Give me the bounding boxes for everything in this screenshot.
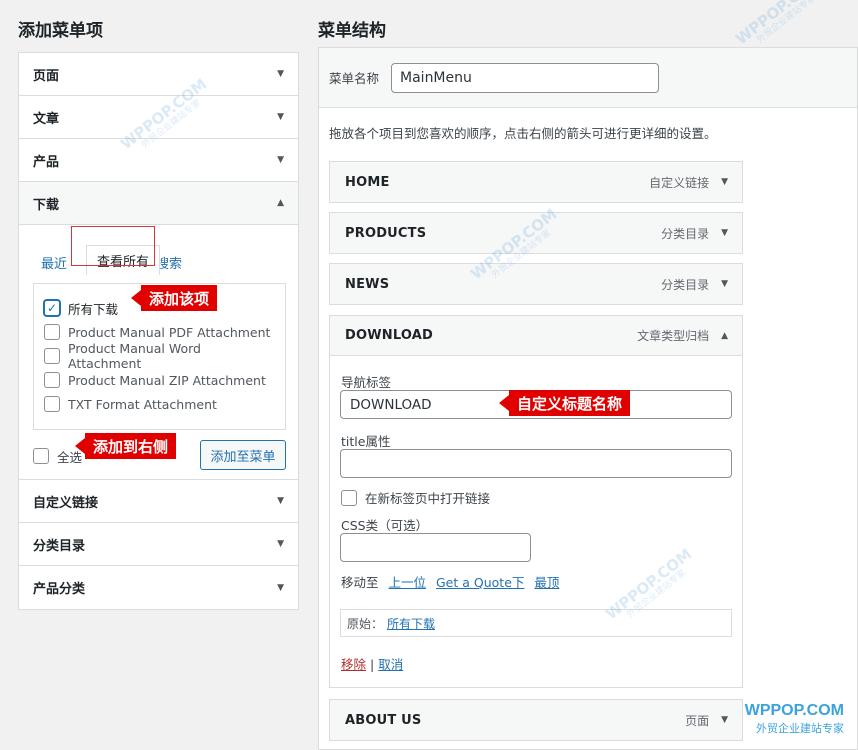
- new-tab-option[interactable]: 在新标签页中打开链接: [341, 488, 490, 507]
- move-to-label: 移动至: [341, 575, 379, 590]
- caret-down-icon: ▼: [277, 112, 284, 122]
- list-item-label: TXT Format Attachment: [68, 396, 217, 412]
- move-to-row: 移动至 上一位 Get a Quote下 最顶: [341, 572, 559, 591]
- list-item-label: Product Manual PDF Attachment: [68, 324, 271, 340]
- accordion-label: 产品: [33, 154, 60, 170]
- title-attribute-label: title属性: [341, 434, 391, 449]
- callout-add-item: 添加该项: [130, 285, 218, 311]
- accordion-categories[interactable]: 分类目录 ▼: [19, 523, 298, 566]
- css-class-input[interactable]: [340, 533, 531, 562]
- original-box: 原始： 所有下载: [340, 609, 732, 637]
- caret-down-icon: ▼: [277, 496, 284, 506]
- caret-down-icon: ▼: [277, 69, 284, 79]
- move-up-link[interactable]: 上一位: [389, 575, 427, 590]
- new-tab-checkbox[interactable]: [341, 489, 357, 506]
- menu-name-input[interactable]: MainMenu: [391, 62, 660, 93]
- move-top-link[interactable]: 最顶: [534, 575, 559, 590]
- menu-instructions: 拖放各个项目到您喜欢的顺序，点击右侧的箭头可进行更详细的设置。: [329, 126, 717, 141]
- menu-item-type: 自定义链接: [649, 175, 710, 190]
- accordion-label: 产品分类: [33, 582, 86, 597]
- list-item-label: Product Manual Word Attachment: [68, 341, 201, 371]
- menu-item-header[interactable]: DOWNLOAD 文章类型归档 ▲: [330, 316, 742, 356]
- accordion-label: 下载: [33, 197, 60, 213]
- menu-name-label: 菜单名称: [329, 71, 380, 86]
- accordion-label: 自定义链接: [33, 495, 99, 511]
- caret-up-icon[interactable]: ▲: [721, 331, 728, 341]
- menu-item-products[interactable]: PRODUCTS 分类目录 ▼: [329, 212, 743, 254]
- caret-down-icon[interactable]: ▼: [721, 177, 728, 187]
- tab-recent[interactable]: 最近: [41, 253, 67, 272]
- check-icon: ✓: [46, 301, 58, 315]
- move-under-link[interactable]: Get a Quote下: [436, 575, 524, 590]
- css-class-label: CSS类（可选）: [341, 518, 429, 533]
- menu-item-title: PRODUCTS: [345, 225, 427, 241]
- menu-item-about-us[interactable]: ABOUT US 页面 ▼: [329, 699, 743, 741]
- checkbox-checked[interactable]: ✓: [44, 300, 60, 316]
- accordion-label: 分类目录: [33, 538, 86, 554]
- brand-name: WPPOP.COM: [744, 702, 844, 719]
- caret-down-icon: ▼: [277, 539, 284, 549]
- original-label: 原始：: [347, 616, 384, 631]
- menu-name-bar: 菜单名称 MainMenu: [319, 48, 857, 108]
- accordion-product-categories[interactable]: 产品分类 ▼: [19, 566, 298, 609]
- caret-down-icon[interactable]: ▼: [721, 228, 728, 238]
- list-item[interactable]: Product Manual ZIP Attachment: [44, 368, 275, 392]
- list-item[interactable]: TXT Format Attachment: [44, 392, 275, 416]
- caret-down-icon[interactable]: ▼: [721, 279, 728, 289]
- checkbox[interactable]: [44, 348, 60, 364]
- menu-item-title: HOME: [345, 174, 390, 190]
- callout-add-right: 添加到右侧: [74, 433, 177, 459]
- caret-up-icon: ▲: [277, 198, 284, 208]
- menu-item-type: 分类目录: [661, 226, 710, 241]
- accordion-products[interactable]: 产品 ▼: [19, 139, 298, 182]
- brand-logo: WPPOP.COM 外贸企业建站专家: [745, 702, 844, 736]
- menu-item-title: NEWS: [345, 276, 390, 292]
- add-to-menu-button[interactable]: 添加至菜单: [200, 440, 286, 470]
- remove-link[interactable]: 移除: [341, 657, 366, 672]
- checkbox[interactable]: [44, 396, 60, 412]
- list-item-label: 所有下载: [68, 301, 119, 317]
- caret-down-icon[interactable]: ▼: [721, 715, 728, 725]
- select-all-checkbox[interactable]: [33, 448, 49, 464]
- list-item[interactable]: Product Manual Word Attachment: [44, 341, 275, 371]
- menu-item-download: DOWNLOAD 文章类型归档 ▲ 导航标签 DOWNLOAD title属性 在…: [329, 315, 743, 688]
- original-link[interactable]: 所有下载: [387, 615, 435, 632]
- tab-view-all[interactable]: 查看所有: [86, 245, 160, 275]
- add-menu-items-panel: 页面 ▼ 文章 ▼ 产品 ▼ 下载 ▲ 最近 查看所有 搜索 ✓ 所有下载 Pr…: [18, 52, 299, 610]
- accordion-label: 文章: [33, 111, 60, 127]
- accordion-downloads[interactable]: 下载 ▲: [19, 182, 298, 225]
- menu-item-home[interactable]: HOME 自定义链接 ▼: [329, 161, 743, 203]
- caret-down-icon: ▼: [277, 582, 284, 593]
- separator: |: [370, 657, 375, 672]
- new-tab-label: 在新标签页中打开链接: [365, 491, 491, 506]
- menu-item-type: 页面: [685, 713, 710, 728]
- menu-item-news[interactable]: NEWS 分类目录 ▼: [329, 263, 743, 305]
- checkbox[interactable]: [44, 372, 60, 388]
- list-item-label: Product Manual ZIP Attachment: [68, 372, 266, 388]
- accordion-label: 页面: [33, 68, 60, 84]
- accordion-custom-links[interactable]: 自定义链接 ▼: [19, 480, 298, 523]
- menu-item-type: 分类目录: [661, 277, 710, 292]
- accordion-posts[interactable]: 文章 ▼: [19, 96, 298, 139]
- nav-label-label: 导航标签: [341, 375, 392, 390]
- item-actions: 移除 | 取消: [341, 654, 403, 673]
- title-attribute-input[interactable]: [340, 449, 732, 478]
- menu-item-type: 文章类型归档: [637, 329, 710, 343]
- menu-item-title: DOWNLOAD: [345, 328, 434, 343]
- add-menu-items-title: 添加菜单项: [18, 21, 103, 41]
- accordion-pages[interactable]: 页面 ▼: [19, 53, 298, 96]
- menu-item-title: ABOUT US: [345, 712, 422, 728]
- cancel-link[interactable]: 取消: [378, 657, 403, 672]
- menu-structure-title: 菜单结构: [318, 21, 386, 41]
- checkbox[interactable]: [44, 324, 60, 340]
- brand-tagline: 外贸企业建站专家: [756, 722, 844, 735]
- callout-custom-title: 自定义标题名称: [498, 390, 631, 416]
- downloads-tabs: 最近 查看所有 搜索: [33, 241, 284, 275]
- caret-down-icon: ▼: [277, 155, 284, 165]
